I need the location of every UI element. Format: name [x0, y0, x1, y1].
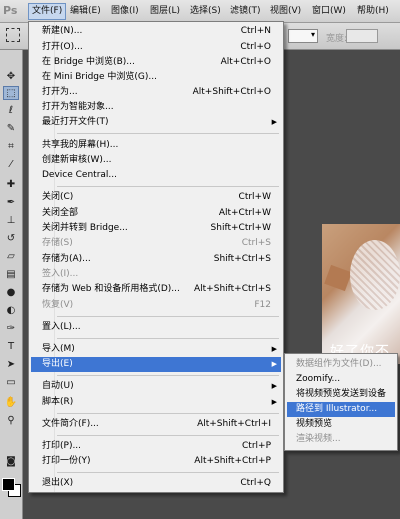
style-dropdown[interactable]: ▾	[288, 29, 318, 43]
clone-stamp-tool-icon[interactable]: ⊥	[3, 214, 19, 228]
menu-edit[interactable]: 编辑(E)	[67, 4, 104, 19]
netting-image	[350, 240, 400, 310]
menu-separator	[57, 435, 279, 436]
marquee-preset-icon[interactable]	[6, 28, 20, 42]
menu-item-print-one-copy[interactable]: 打印一份(Y) Alt+Shift+Ctrl+P	[31, 454, 281, 469]
eraser-tool-icon[interactable]: ▱	[3, 250, 19, 264]
tools-panel: ✥ ⬚ ℓ ✎ ⌗ ⁄ ✚ ✒ ⊥ ↺ ▱ ▤ ● ◐ ✑ T ➤ ▭ ✋ ⚲ …	[0, 50, 23, 519]
submenu-arrow-icon: ▶	[271, 382, 277, 390]
menu-item-browse-bridge[interactable]: 在 Bridge 中浏览(B)... Alt+Ctrl+O	[31, 55, 281, 70]
menu-item-save-as[interactable]: 存储为(A)... Shift+Ctrl+S	[31, 252, 281, 267]
menu-image[interactable]: 图像(I)	[108, 4, 142, 19]
width-label: 宽度:	[326, 34, 348, 44]
photoshop-logo: Ps	[3, 4, 18, 17]
foreground-color-swatch[interactable]	[2, 478, 15, 491]
menu-bar: Ps 文件(F) 编辑(E) 图像(I) 图层(L) 选择(S) 滤镜(T) 视…	[0, 0, 400, 23]
type-tool-icon[interactable]: T	[3, 340, 19, 354]
submenu-item-send-video-preview[interactable]: 将视频预览发送到设备	[287, 387, 395, 402]
menu-item-create-review[interactable]: 创建新审核(W)...	[31, 153, 281, 168]
submenu-item-video-preview[interactable]: 视频预览	[287, 417, 395, 432]
menu-item-place[interactable]: 置入(L)...	[31, 320, 281, 335]
menu-item-automate[interactable]: 自动(U) ▶	[31, 379, 281, 394]
file-menu-dropdown: 新建(N)... Ctrl+N 打开(O)... Ctrl+O 在 Bridge 中…	[28, 21, 284, 493]
menu-item-close-go-bridge[interactable]: 关闭并转到 Bridge... Shift+Ctrl+W	[31, 221, 281, 236]
menu-separator	[57, 413, 279, 414]
menu-item-share-screen[interactable]: 共享我的屏幕(H)...	[31, 138, 281, 153]
menu-separator	[57, 375, 279, 376]
menu-layer[interactable]: 图层(L)	[147, 4, 183, 19]
healing-brush-tool-icon[interactable]: ✚	[3, 178, 19, 192]
submenu-arrow-icon: ▶	[271, 360, 277, 368]
menu-item-close[interactable]: 关闭(C) Ctrl+W	[31, 190, 281, 205]
menu-item-open-smart-object[interactable]: 打开为智能对象...	[31, 100, 281, 115]
move-tool-icon[interactable]: ✥	[3, 70, 19, 84]
dodge-tool-icon[interactable]: ◐	[3, 304, 19, 318]
menu-item-open[interactable]: 打开(O)... Ctrl+O	[31, 40, 281, 55]
menu-item-recent-files[interactable]: 最近打开文件(T) ▶	[31, 115, 281, 130]
lasso-tool-icon[interactable]: ℓ	[3, 104, 19, 118]
chevron-down-icon: ▾	[310, 30, 315, 39]
menu-separator	[57, 472, 279, 473]
rectangle-tool-icon[interactable]: ▭	[3, 376, 19, 390]
menu-separator	[57, 316, 279, 317]
menu-view[interactable]: 视图(V)	[267, 4, 304, 19]
submenu-arrow-icon: ▶	[271, 345, 277, 353]
menu-file[interactable]: 文件(F)	[28, 3, 67, 20]
quick-select-tool-icon[interactable]: ✎	[3, 122, 19, 136]
menu-select[interactable]: 选择(S)	[187, 4, 224, 19]
menu-separator	[57, 186, 279, 187]
submenu-item-zoomify[interactable]: Zoomify...	[287, 372, 395, 387]
hand-tool-icon[interactable]: ✋	[3, 396, 19, 410]
menu-item-print[interactable]: 打印(P)... Ctrl+P	[31, 439, 281, 454]
submenu-item-paths-to-illustrator[interactable]: 路径到 Illustrator...	[287, 402, 395, 417]
menu-item-save[interactable]: 存储(S) Ctrl+S	[31, 236, 281, 251]
menu-item-open-as[interactable]: 打开为... Alt+Shift+Ctrl+O	[31, 85, 281, 100]
menu-item-export[interactable]: 导出(E) ▶	[31, 357, 281, 372]
submenu-item-render-video[interactable]: 渲染视频...	[287, 432, 395, 447]
menu-item-save-for-web[interactable]: 存储为 Web 和设备所用格式(D)... Alt+Shift+Ctrl+S	[31, 282, 281, 297]
menu-separator	[57, 338, 279, 339]
submenu-arrow-icon: ▶	[271, 118, 277, 126]
brush-tool-icon[interactable]: ✒	[3, 196, 19, 210]
menu-item-revert[interactable]: 恢复(V) F12	[31, 298, 281, 313]
quick-mask-icon[interactable]: ◙	[3, 455, 19, 469]
submenu-arrow-icon: ▶	[271, 398, 277, 406]
menu-separator	[57, 133, 279, 134]
menu-help[interactable]: 帮助(H)	[354, 4, 392, 19]
zoom-tool-icon[interactable]: ⚲	[3, 414, 19, 428]
menu-window[interactable]: 窗口(W)	[309, 4, 349, 19]
menu-item-check-in[interactable]: 签入(I)...	[31, 267, 281, 282]
history-brush-tool-icon[interactable]: ↺	[3, 232, 19, 246]
pen-tool-icon[interactable]: ✑	[3, 322, 19, 336]
blur-tool-icon[interactable]: ●	[3, 286, 19, 300]
menu-item-scripts[interactable]: 脚本(R) ▶	[31, 395, 281, 410]
menu-item-file-info[interactable]: 文件简介(F)... Alt+Shift+Ctrl+I	[31, 417, 281, 432]
menu-item-browse-mini-bridge[interactable]: 在 Mini Bridge 中浏览(G)...	[31, 70, 281, 85]
rect-marquee-tool-icon[interactable]: ⬚	[3, 86, 19, 100]
crop-tool-icon[interactable]: ⌗	[3, 140, 19, 154]
menu-item-import[interactable]: 导入(M) ▶	[31, 342, 281, 357]
menu-item-exit[interactable]: 退出(X) Ctrl+Q	[31, 476, 281, 491]
path-select-tool-icon[interactable]: ➤	[3, 358, 19, 372]
menu-item-new[interactable]: 新建(N)... Ctrl+N	[31, 24, 281, 39]
width-input[interactable]	[346, 29, 378, 43]
gradient-tool-icon[interactable]: ▤	[3, 268, 19, 282]
menu-item-close-all[interactable]: 关闭全部 Alt+Ctrl+W	[31, 206, 281, 221]
submenu-item-data-sets-as-files[interactable]: 数据组作为文件(D)...	[287, 357, 395, 372]
menu-filter[interactable]: 滤镜(T)	[227, 4, 264, 19]
eyedropper-tool-icon[interactable]: ⁄	[3, 158, 19, 172]
menu-item-device-central[interactable]: Device Central...	[31, 168, 281, 183]
export-submenu: 数据组作为文件(D)... Zoomify... 将视频预览发送到设备 路径到 …	[284, 353, 398, 451]
